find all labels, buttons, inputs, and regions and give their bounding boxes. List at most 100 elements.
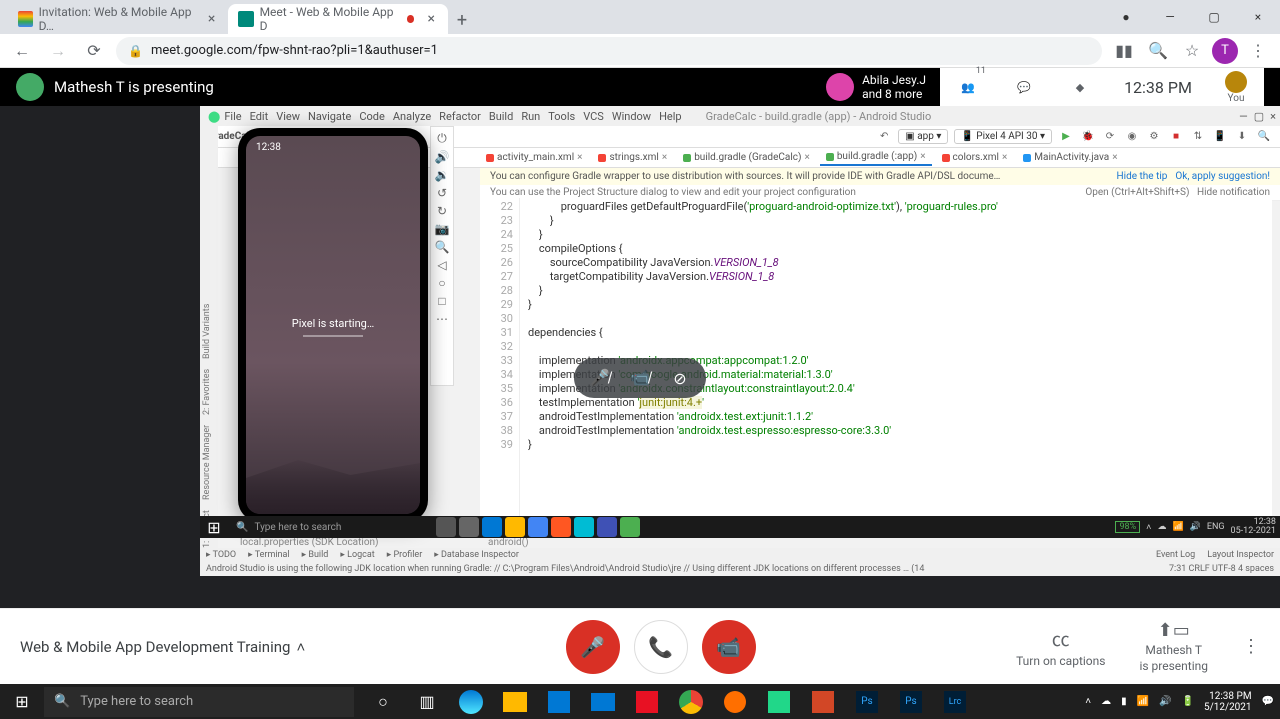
- menu-analyze[interactable]: Analyze: [393, 110, 431, 123]
- start-button[interactable]: ⊞: [0, 684, 44, 719]
- editor-tab[interactable]: activity_main.xml ×: [480, 150, 588, 165]
- more-icon[interactable]: ⋯: [436, 312, 448, 326]
- camera-off-icon[interactable]: 📹̸: [622, 360, 658, 396]
- close-icon[interactable]: ×: [1270, 110, 1276, 123]
- account-dot-icon[interactable]: ●: [1104, 0, 1148, 34]
- self-video-tile[interactable]: You: [1208, 68, 1264, 106]
- taskview-icon[interactable]: [459, 517, 479, 537]
- battery-indicator[interactable]: 98%: [1115, 521, 1140, 533]
- menu-help[interactable]: Help: [659, 110, 682, 123]
- menu-file[interactable]: File: [224, 110, 241, 123]
- hide-link[interactable]: Hide notification: [1197, 187, 1270, 198]
- menu-run[interactable]: Run: [521, 110, 540, 123]
- present-now-button[interactable]: ⬆▭ Mathesh T is presenting: [1139, 620, 1208, 673]
- editor-tab[interactable]: build.gradle (GradeCalc) ×: [677, 150, 816, 165]
- pycharm-icon[interactable]: [758, 684, 800, 719]
- maximize-icon[interactable]: ▢: [1254, 110, 1264, 123]
- camera-icon[interactable]: 📷: [435, 222, 450, 236]
- hangup-button[interactable]: 📞: [634, 620, 688, 674]
- power-icon[interactable]: ⏻: [437, 131, 447, 146]
- address-bar[interactable]: 🔒 meet.google.com/fpw-shnt-rao?pli=1&aut…: [116, 37, 1102, 65]
- chat-button[interactable]: 💬: [996, 68, 1052, 106]
- rotate-left-icon[interactable]: ↺: [437, 186, 447, 200]
- volume-down-icon[interactable]: 🔉: [435, 168, 450, 182]
- device-selector[interactable]: 📱 Pixel 4 API 30 ▾: [954, 129, 1052, 144]
- close-icon[interactable]: ×: [424, 12, 438, 26]
- sdk-icon[interactable]: ⬇: [1234, 129, 1250, 145]
- profile-avatar[interactable]: T: [1212, 38, 1238, 64]
- editor-tab[interactable]: MainActivity.java ×: [1017, 150, 1123, 165]
- powerpoint-icon[interactable]: [802, 684, 844, 719]
- camera-icon[interactable]: ▮▮: [1110, 37, 1138, 65]
- movies-icon[interactable]: [626, 684, 668, 719]
- mic-muted-icon[interactable]: 🎤̸: [582, 360, 618, 396]
- menu-view[interactable]: View: [276, 110, 300, 123]
- zoom-icon[interactable]: 🔍: [1144, 37, 1172, 65]
- tray-up-icon[interactable]: ˄: [1085, 696, 1091, 707]
- photoshop-icon[interactable]: Ps: [890, 684, 932, 719]
- menu-navigate[interactable]: Navigate: [308, 110, 351, 123]
- cortana-icon[interactable]: ○: [362, 684, 404, 719]
- menu-code[interactable]: Code: [359, 110, 384, 123]
- new-tab-button[interactable]: +: [448, 6, 476, 34]
- start-button[interactable]: ⊞: [200, 518, 228, 537]
- menu-window[interactable]: Window: [612, 110, 651, 123]
- minimize-button[interactable]: —: [1148, 0, 1192, 34]
- undo-arrow-icon[interactable]: ↶: [876, 129, 892, 145]
- app-icon[interactable]: [551, 517, 571, 537]
- people-button[interactable]: 👥 11: [940, 68, 996, 106]
- chrome-icon[interactable]: [528, 517, 548, 537]
- photoshop-express-icon[interactable]: Ps: [846, 684, 888, 719]
- footer-tab[interactable]: Event Log: [1156, 550, 1195, 560]
- coverage-icon[interactable]: ⟳: [1102, 129, 1118, 145]
- wifi-icon[interactable]: 📶: [1172, 522, 1183, 532]
- cloud-icon[interactable]: ☁: [1157, 522, 1166, 532]
- onedrive-icon[interactable]: ☁: [1101, 696, 1111, 707]
- tool-window-rail[interactable]: 1: ProjectResource Manager2: FavoritesBu…: [200, 126, 218, 556]
- android-studio-icon[interactable]: [620, 517, 640, 537]
- close-icon[interactable]: ×: [205, 12, 218, 26]
- windows-search[interactable]: 🔍 Type here to search: [44, 687, 354, 717]
- menu-refactor[interactable]: Refactor: [439, 110, 481, 123]
- app-icon[interactable]: [714, 684, 756, 719]
- editor-tab[interactable]: build.gradle (:app) ×: [820, 149, 932, 166]
- volume-icon[interactable]: 🔊: [1190, 522, 1201, 532]
- run-config-selector[interactable]: ▣ app ▾: [898, 129, 948, 144]
- camera-button[interactable]: 📹: [702, 620, 756, 674]
- footer-tab[interactable]: ▸ TODO: [206, 550, 236, 560]
- edge-icon[interactable]: [450, 684, 492, 719]
- app-icon[interactable]: [574, 517, 594, 537]
- footer-tab[interactable]: ▸ Terminal: [248, 550, 289, 560]
- app-icon[interactable]: [597, 517, 617, 537]
- editor-tab[interactable]: strings.xml ×: [592, 150, 673, 165]
- notifications-icon[interactable]: 💬: [1262, 696, 1274, 707]
- apply-suggestion-link[interactable]: Ok, apply suggestion!: [1175, 171, 1270, 182]
- menu-icon[interactable]: ⋮: [1244, 37, 1272, 65]
- taskview-icon[interactable]: ▥: [406, 684, 448, 719]
- mic-button[interactable]: 🎤: [566, 620, 620, 674]
- system-clock[interactable]: 12:38 PM 5/12/2021: [1204, 691, 1252, 713]
- forward-button[interactable]: →: [44, 37, 72, 65]
- search-icon[interactable]: 🔍: [1256, 129, 1272, 145]
- browser-tab-gmail[interactable]: Invitation: Web & Mobile App D… ×: [8, 4, 228, 34]
- android-emulator[interactable]: 12:38 Pixel is starting…: [238, 128, 428, 522]
- edge-icon[interactable]: [482, 517, 502, 537]
- profile-icon[interactable]: ◉: [1124, 129, 1140, 145]
- browser-tab-meet[interactable]: Meet - Web & Mobile App D ×: [228, 4, 448, 34]
- mail-icon[interactable]: [582, 684, 624, 719]
- back-button[interactable]: ←: [8, 37, 36, 65]
- menu-tools[interactable]: Tools: [548, 110, 575, 123]
- meet-tray-icon[interactable]: ▮: [1121, 696, 1127, 707]
- overview-icon[interactable]: □: [438, 294, 445, 308]
- menu-vcs[interactable]: VCS: [583, 110, 604, 123]
- zoom-icon[interactable]: 🔍: [435, 240, 450, 254]
- open-link[interactable]: Open (Ctrl+Alt+Shift+S): [1085, 187, 1189, 198]
- menu-build[interactable]: Build: [489, 110, 513, 123]
- participant-chip[interactable]: Abila Jesy.J and 8 more: [812, 68, 940, 106]
- stop-icon[interactable]: ■: [1168, 129, 1184, 145]
- meeting-title[interactable]: Web & Mobile App Development Training ˄: [20, 638, 305, 656]
- more-options-button[interactable]: ⋮: [1242, 636, 1260, 657]
- maximize-button[interactable]: ▢: [1192, 0, 1236, 34]
- close-button[interactable]: ×: [1236, 0, 1280, 34]
- rotate-right-icon[interactable]: ↻: [437, 204, 447, 218]
